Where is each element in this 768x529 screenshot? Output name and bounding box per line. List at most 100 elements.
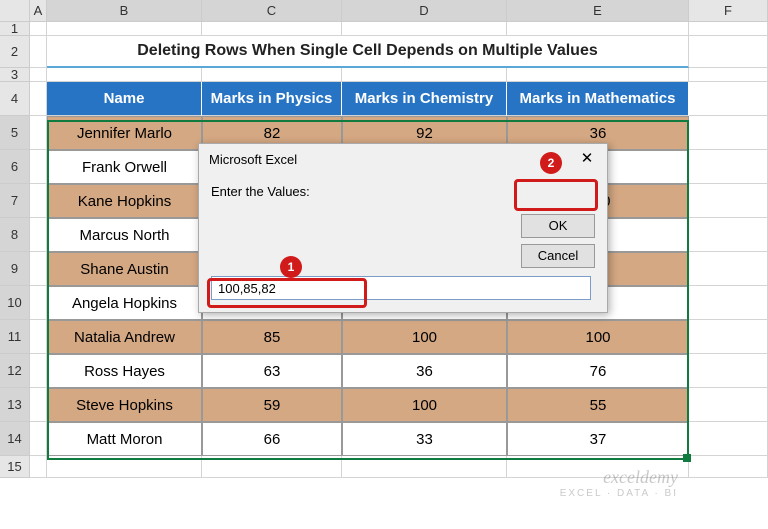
cell[interactable] (689, 82, 768, 116)
row-header-2[interactable]: 2 (0, 36, 30, 68)
table-header-mathematics[interactable]: Marks in Mathematics (507, 82, 689, 116)
table-cell-name[interactable]: Steve Hopkins (47, 388, 202, 422)
table-header-name[interactable]: Name (47, 82, 202, 116)
cell[interactable] (30, 116, 47, 150)
cell[interactable] (689, 68, 768, 82)
cell[interactable] (30, 456, 47, 478)
table-cell-name[interactable]: Ross Hayes (47, 354, 202, 388)
row-header-6[interactable]: 6 (0, 150, 30, 184)
close-icon[interactable]: ✕ (567, 145, 607, 173)
table-cell-mathematics[interactable]: 76 (507, 354, 689, 388)
table-cell-mathematics[interactable]: 37 (507, 422, 689, 456)
row-header-1[interactable]: 1 (0, 22, 30, 36)
cell[interactable] (342, 22, 507, 36)
table-cell-chemistry[interactable]: 100 (342, 388, 507, 422)
cell[interactable] (30, 68, 47, 82)
cell[interactable] (30, 82, 47, 116)
table-cell-name[interactable]: Matt Moron (47, 422, 202, 456)
table-cell-physics[interactable]: 66 (202, 422, 342, 456)
cell[interactable] (202, 456, 342, 478)
cell[interactable] (30, 286, 47, 320)
row-header-11[interactable]: 11 (0, 320, 30, 354)
cell[interactable] (30, 388, 47, 422)
cell[interactable] (30, 22, 47, 36)
cell[interactable] (202, 22, 342, 36)
cell[interactable] (689, 354, 768, 388)
col-header-e[interactable]: E (507, 0, 689, 22)
page-title-cell[interactable]: Deleting Rows When Single Cell Depends o… (47, 36, 689, 68)
table-cell-name[interactable]: Jennifer Marlo (47, 116, 202, 150)
table-cell-name[interactable]: Angela Hopkins (47, 286, 202, 320)
row-header-12[interactable]: 12 (0, 354, 30, 388)
col-header-a[interactable]: A (30, 0, 47, 22)
badge-1: 1 (280, 256, 302, 278)
row-header-15[interactable]: 15 (0, 456, 30, 478)
cell[interactable] (30, 320, 47, 354)
row-header-10[interactable]: 10 (0, 286, 30, 320)
cell[interactable] (689, 456, 768, 478)
cell[interactable] (47, 68, 202, 82)
table-cell-mathematics[interactable]: 100 (507, 320, 689, 354)
row-header-4[interactable]: 4 (0, 82, 30, 116)
cell[interactable] (689, 184, 768, 218)
values-input[interactable] (211, 276, 591, 300)
cell[interactable] (689, 218, 768, 252)
column-header-row: A B C D E F (0, 0, 768, 22)
row-header-14[interactable]: 14 (0, 422, 30, 456)
cell[interactable] (47, 22, 202, 36)
ok-button[interactable]: OK (521, 214, 595, 238)
row-header-9[interactable]: 9 (0, 252, 30, 286)
cell[interactable] (689, 116, 768, 150)
watermark: exceldemy EXCEL · DATA · BI (560, 468, 678, 499)
col-header-d[interactable]: D (342, 0, 507, 22)
cell[interactable] (30, 150, 47, 184)
dialog-title-text: Microsoft Excel (209, 152, 297, 167)
cell[interactable] (689, 36, 768, 68)
cell[interactable] (342, 68, 507, 82)
table-cell-name[interactable]: Frank Orwell (47, 150, 202, 184)
cancel-button[interactable]: Cancel (521, 244, 595, 268)
cell[interactable] (47, 456, 202, 478)
row-header-3[interactable]: 3 (0, 68, 30, 82)
col-header-c[interactable]: C (202, 0, 342, 22)
cell[interactable] (202, 68, 342, 82)
cell[interactable] (30, 422, 47, 456)
col-header-b[interactable]: B (47, 0, 202, 22)
watermark-sub: EXCEL · DATA · BI (560, 488, 678, 499)
table-cell-name[interactable]: Marcus North (47, 218, 202, 252)
cell[interactable] (30, 36, 47, 68)
cell[interactable] (689, 388, 768, 422)
cell[interactable] (689, 286, 768, 320)
table-cell-name[interactable]: Natalia Andrew (47, 320, 202, 354)
table-cell-chemistry[interactable]: 100 (342, 320, 507, 354)
table-cell-name[interactable]: Kane Hopkins (47, 184, 202, 218)
cell[interactable] (507, 68, 689, 82)
cell[interactable] (30, 252, 47, 286)
cell[interactable] (689, 320, 768, 354)
watermark-main: exceldemy (560, 468, 678, 488)
table-cell-physics[interactable]: 59 (202, 388, 342, 422)
cell[interactable] (30, 354, 47, 388)
table-cell-physics[interactable]: 85 (202, 320, 342, 354)
row-header-5[interactable]: 5 (0, 116, 30, 150)
table-cell-chemistry[interactable]: 33 (342, 422, 507, 456)
table-header-physics[interactable]: Marks in Physics (202, 82, 342, 116)
table-cell-name[interactable]: Shane Austin (47, 252, 202, 286)
cell[interactable] (30, 184, 47, 218)
select-all-corner[interactable] (0, 0, 30, 22)
row-header-7[interactable]: 7 (0, 184, 30, 218)
table-cell-physics[interactable]: 63 (202, 354, 342, 388)
row-header-13[interactable]: 13 (0, 388, 30, 422)
table-header-chemistry[interactable]: Marks in Chemistry (342, 82, 507, 116)
table-cell-chemistry[interactable]: 36 (342, 354, 507, 388)
table-cell-mathematics[interactable]: 55 (507, 388, 689, 422)
cell[interactable] (689, 150, 768, 184)
cell[interactable] (30, 218, 47, 252)
cell[interactable] (689, 22, 768, 36)
row-header-8[interactable]: 8 (0, 218, 30, 252)
col-header-f[interactable]: F (689, 0, 768, 22)
cell[interactable] (342, 456, 507, 478)
cell[interactable] (689, 422, 768, 456)
cell[interactable] (689, 252, 768, 286)
cell[interactable] (507, 22, 689, 36)
